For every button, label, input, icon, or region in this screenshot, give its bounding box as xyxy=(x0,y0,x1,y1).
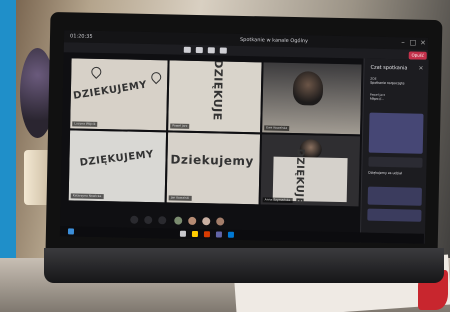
heart-icon xyxy=(89,64,104,79)
avatar[interactable] xyxy=(216,217,225,226)
teams-icon[interactable] xyxy=(215,231,223,238)
screen-time: 01:20:35 xyxy=(70,33,93,40)
participant-name: Ewa Kowalska xyxy=(264,125,290,131)
participant-tile[interactable]: DZIEKUJEMY Lucyna Wójcik xyxy=(70,58,168,131)
participant-tile[interactable]: DZIĘKUJE Anna Szymańska xyxy=(260,134,361,207)
participant-tile[interactable]: Dziekujemy Jan Kowalski xyxy=(166,132,261,205)
participant-tile[interactable]: Ewa Kowalska xyxy=(262,62,362,135)
close-icon[interactable]: × xyxy=(419,39,427,47)
avatar[interactable] xyxy=(174,216,183,225)
camera-icon[interactable] xyxy=(183,46,191,53)
message-text: https://... xyxy=(369,96,385,101)
laptop-screen: 01:20:35 Spotkanie w kanale Ogólny – □ ×… xyxy=(59,30,429,244)
photo: 01:20:35 Spotkanie w kanale Ogólny – □ ×… xyxy=(0,0,450,312)
sign-text: DZIĘKUJEMY xyxy=(79,148,155,169)
tile-content: Dziekujemy xyxy=(166,132,261,205)
chat-bubble xyxy=(367,186,422,206)
sign-text: DZIĘKUJE xyxy=(210,60,225,121)
message-text: Spotkanie rozpoczęte xyxy=(370,80,405,86)
person xyxy=(292,71,324,106)
participant-name: Katarzyna Nowicka xyxy=(70,193,104,200)
participant-name: Jan Kowalski xyxy=(168,195,192,201)
heart-icon xyxy=(149,70,164,85)
participants-icon[interactable] xyxy=(130,215,139,224)
chat-bubble xyxy=(367,208,422,222)
participant-name: Lucyna Wójcik xyxy=(72,121,98,127)
laptop-base xyxy=(44,248,444,283)
tile-content: DZIĘKUJEMY xyxy=(68,130,167,203)
mic-icon[interactable] xyxy=(195,46,203,54)
paper-sign xyxy=(272,156,348,203)
sign-text: DZIĘKUJE xyxy=(293,148,306,205)
chat-panel: Czat spotkania × ZOE Spotkanie rozpoczęt… xyxy=(359,58,429,244)
windows-start-icon[interactable] xyxy=(67,228,75,235)
search-icon[interactable] xyxy=(179,230,187,237)
sign-text: Dziekujemy xyxy=(170,152,254,169)
participant-tile[interactable]: DZIĘKUJEMY Katarzyna Nowicka xyxy=(68,130,167,203)
participant-name: Paweł Jarz xyxy=(170,123,190,129)
chat-message: Paweł Jarz https://... xyxy=(370,93,424,102)
chat-message: ZOE Spotkanie rozpoczęte xyxy=(370,77,424,86)
more-icon[interactable] xyxy=(219,47,227,54)
tile-content: DZIĘKUJE xyxy=(168,60,262,133)
video-grid: DZIEKUJEMY Lucyna Wójcik DZIĘKUJE Paweł … xyxy=(68,58,362,214)
minimize-icon[interactable]: – xyxy=(399,38,407,46)
chat-icon[interactable] xyxy=(144,215,153,225)
tile-content: DZIĘKUJE xyxy=(260,134,361,207)
share-icon[interactable] xyxy=(207,47,215,54)
tile-content xyxy=(262,62,362,135)
chat-title: Czat spotkania xyxy=(370,64,408,72)
chat-message: Dziękujemy za udział xyxy=(368,171,422,176)
powerpoint-icon[interactable] xyxy=(203,231,211,238)
reactions-icon[interactable] xyxy=(158,216,167,225)
close-icon[interactable]: × xyxy=(418,65,423,72)
chat-bubble xyxy=(368,156,423,168)
file-explorer-icon[interactable] xyxy=(191,230,199,238)
chat-bubble xyxy=(368,112,424,154)
participant-name: Anna Szymańska xyxy=(262,197,293,204)
tile-content: DZIEKUJEMY xyxy=(70,58,168,131)
avatar[interactable] xyxy=(188,216,197,226)
edge-icon[interactable] xyxy=(227,231,235,238)
message-text: Dziękujemy za udział xyxy=(368,170,403,176)
maximize-icon[interactable]: □ xyxy=(409,38,417,46)
sign-text: DZIEKUJEMY xyxy=(72,79,148,102)
avatar[interactable] xyxy=(202,217,211,226)
participant-tile[interactable]: DZIĘKUJE Paweł Jarz xyxy=(168,60,262,133)
